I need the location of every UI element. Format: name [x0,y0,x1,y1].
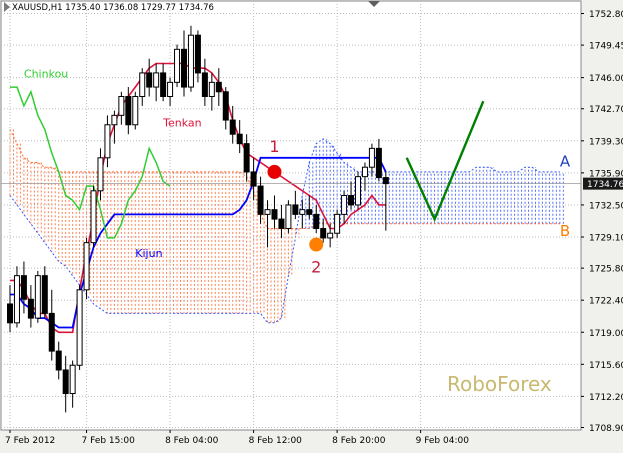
candle-bear-body [271,209,278,220]
candle-bull-body [69,364,76,395]
candle-bear-body [348,195,355,206]
x-tick-label: 8 Feb 20:00 [332,436,386,446]
candle-bear-body [292,204,299,215]
candle-bull-body [118,95,125,116]
candle-bear-body [382,177,389,185]
candle [132,91,139,130]
candle-bull-body [327,232,334,239]
candle-bull-body [355,176,361,206]
candle-bull-body [153,72,160,88]
current-price-label: 1734.76 [587,180,623,190]
candle [34,270,41,323]
candle-bear-body [62,369,69,395]
candle-bull-body [139,72,146,97]
candle-bear-body [236,133,243,145]
candle [90,186,97,248]
candle-bear-body [48,312,55,352]
candle-bull-body [83,242,90,291]
y-tick-label: 1749.45 [589,42,623,52]
y-tick-label: 1729.10 [589,234,623,244]
annotation-b: B [560,222,570,240]
candle-bear-body [194,34,201,74]
candle [187,25,194,92]
x-tick-label: 7 Feb 15:00 [82,436,136,446]
candle-bear-body [7,303,13,324]
candle-bull-body [334,213,341,234]
candle-bull-body [174,48,181,83]
annotation-chinkou: Chinkou [24,68,68,81]
candle-bull-body [299,209,306,215]
candle-bear-body [27,298,34,319]
candle-bull-body [132,95,139,126]
signal-label-1: 1 [269,137,279,156]
signal-marker-1 [267,164,282,179]
candle-bear-body [306,209,313,215]
candle-bull-body [104,124,111,159]
candle-bull-body [368,147,375,168]
candle-bear-body [313,213,320,230]
y-tick-label: 1742.70 [589,105,623,115]
y-tick-label: 1752.80 [589,10,623,20]
y-tick-label: 1712.20 [589,393,623,403]
candle-bull-body [90,190,97,244]
y-tick-label: 1732.50 [589,201,623,211]
candle [285,200,292,234]
y-tick-label: 1715.60 [589,361,623,371]
annotation-kijun: Kijun [135,247,162,260]
y-tick-label: 1722.40 [589,297,623,307]
x-tick-label: 8 Feb 04:00 [165,436,219,446]
candle [83,237,90,300]
x-tick-label: 8 Feb 12:00 [249,436,303,446]
y-tick-label: 1746.00 [589,74,623,84]
candle-bear-body [201,72,208,97]
signal-marker-2 [309,237,324,252]
candle-bear-body [181,48,187,88]
candle-bull-body [13,275,20,324]
annotation-tenkan: Tenkan [162,117,202,130]
annotation-a: A [560,152,571,170]
y-tick-label: 1719.00 [589,329,623,339]
candle-bull-body [76,289,83,366]
candle-bear-body [278,218,285,230]
candle [334,209,341,238]
candle-bull-body [34,275,41,319]
x-tick-label: 7 Feb 2012 [5,436,55,446]
candle-bull-body [167,81,174,97]
signal-label-2: 2 [311,258,321,277]
candle [76,285,83,370]
candle-bear-body [257,185,264,215]
candle-bull-body [187,34,194,88]
x-tick-label: 9 Feb 04:00 [416,436,470,446]
chart-area: 1 2 Chinkou Tenkan Kijun A B 1752.80 1749.45 174… [0,0,623,449]
candle [13,266,20,328]
candle-bull-body [208,81,215,97]
candle-bull-body [264,209,271,215]
candle-bull-body [285,204,292,230]
watermark: RoboForex [447,372,552,396]
candle [174,44,181,88]
ichimoku-chart: 1 2 Chinkou Tenkan Kijun A B 1752.80 1749.45 174… [0,0,623,449]
candle-bull-body [361,166,368,178]
candle-bear-body [55,350,62,371]
candle-bear-body [375,147,382,179]
candle-bear-body [146,72,153,88]
candle-bear-body [41,275,48,314]
candle-bear-body [125,95,132,126]
candle-bear-body [243,143,250,173]
candle-bear-body [229,119,236,135]
candle-bear-body [320,228,327,239]
y-tick-label: 1739.30 [589,137,623,147]
candle-bear-body [222,91,229,121]
candle-bull-body [97,157,104,192]
chart-header: XAUUSD,H1 1735.40 1736.08 1729.77 1734.7… [12,3,214,13]
y-tick-label: 1725.80 [589,265,623,275]
candle-bear-body [250,171,257,187]
candle-bear-body [20,275,27,300]
y-tick-label: 1708.90 [589,424,623,434]
candle-bull-body [111,114,118,126]
candle-bear-body [215,81,222,93]
candle-bear-body [160,72,167,97]
candle [355,171,361,210]
candle-bull-body [341,195,348,215]
